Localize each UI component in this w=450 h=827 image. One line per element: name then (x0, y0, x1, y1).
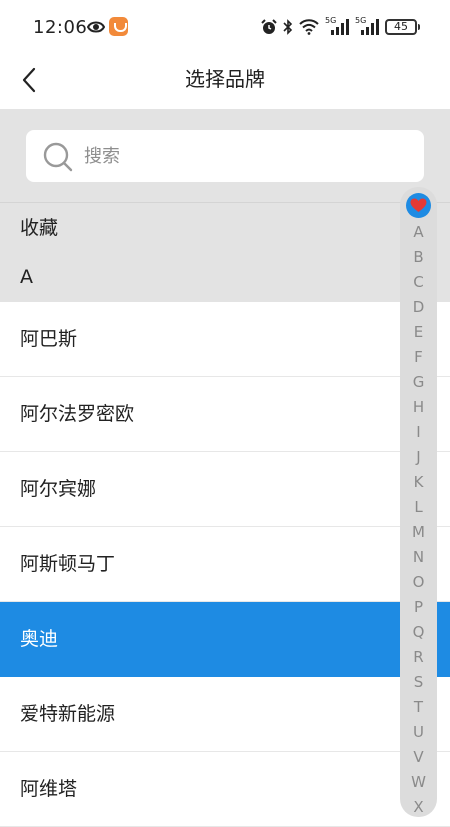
index-letter-m[interactable]: M (400, 520, 437, 545)
heart-icon (410, 198, 427, 212)
index-letter-a[interactable]: A (400, 220, 437, 245)
index-letter-d[interactable]: D (400, 295, 437, 320)
index-letter-x[interactable]: X (400, 795, 437, 820)
search-box[interactable] (26, 130, 424, 182)
index-letter-i[interactable]: I (400, 420, 437, 445)
index-letter-o[interactable]: O (400, 570, 437, 595)
signal-icon (361, 19, 379, 35)
index-letter-list: A B C D E F G H I J K L M N O P Q R S T … (400, 220, 437, 820)
index-letter-n[interactable]: N (400, 545, 437, 570)
brand-row-audi[interactable]: 奥迪 (0, 602, 450, 677)
index-letter-e[interactable]: E (400, 320, 437, 345)
index-letter-r[interactable]: R (400, 645, 437, 670)
battery-icon: 45 (385, 19, 420, 35)
signal-icon (331, 19, 349, 35)
index-letter-k[interactable]: K (400, 470, 437, 495)
brand-row-aston-martin[interactable]: 阿斯顿马丁 (0, 527, 450, 602)
index-letter-j[interactable]: J (400, 445, 437, 470)
network-type-2: 5G (355, 16, 379, 36)
search-icon (43, 142, 73, 172)
index-letter-v[interactable]: V (400, 745, 437, 770)
wifi-icon (299, 19, 319, 35)
status-icons: 5G 5G 45 (261, 16, 420, 37)
index-letter-q[interactable]: Q (400, 620, 437, 645)
network-type: 5G (325, 16, 349, 36)
index-letter-h[interactable]: H (400, 395, 437, 420)
index-letter-l[interactable]: L (400, 495, 437, 520)
app-notification-icon (109, 17, 128, 36)
nav-bar: 选择品牌 (0, 52, 450, 109)
index-favorites-button[interactable] (406, 193, 431, 218)
index-letter-s[interactable]: S (400, 670, 437, 695)
alphabet-index-bar[interactable]: A B C D E F G H I J K L M N O P Q R S T … (400, 187, 437, 817)
index-letter-b[interactable]: B (400, 245, 437, 270)
index-letter-u[interactable]: U (400, 720, 437, 745)
section-header-favorites: 收藏 (0, 202, 450, 252)
brand-row-aite-new-energy[interactable]: 爱特新能源 (0, 677, 450, 752)
brand-row-alfa-romeo[interactable]: 阿尔法罗密欧 (0, 377, 450, 452)
index-letter-c[interactable]: C (400, 270, 437, 295)
section-header-a: A (0, 252, 450, 302)
brand-list: 阿巴斯 阿尔法罗密欧 阿尔宾娜 阿斯顿马丁 奥迪 爱特新能源 阿维塔 (0, 302, 450, 827)
index-letter-f[interactable]: F (400, 345, 437, 370)
search-input[interactable] (84, 130, 404, 182)
bluetooth-icon (283, 19, 293, 35)
eye-icon (87, 21, 105, 33)
alarm-icon (261, 19, 277, 34)
brand-row-avatr[interactable]: 阿维塔 (0, 752, 450, 827)
search-area (0, 109, 450, 202)
status-time: 12:06 (33, 17, 88, 38)
index-letter-p[interactable]: P (400, 595, 437, 620)
index-letter-t[interactable]: T (400, 695, 437, 720)
index-letter-w[interactable]: W (400, 770, 437, 795)
status-bar: 12:06 5G 5G 45 (0, 0, 450, 52)
brand-row-abarth[interactable]: 阿巴斯 (0, 302, 450, 377)
brand-row-alpina[interactable]: 阿尔宾娜 (0, 452, 450, 527)
index-letter-g[interactable]: G (400, 370, 437, 395)
page-title: 选择品牌 (185, 67, 265, 91)
